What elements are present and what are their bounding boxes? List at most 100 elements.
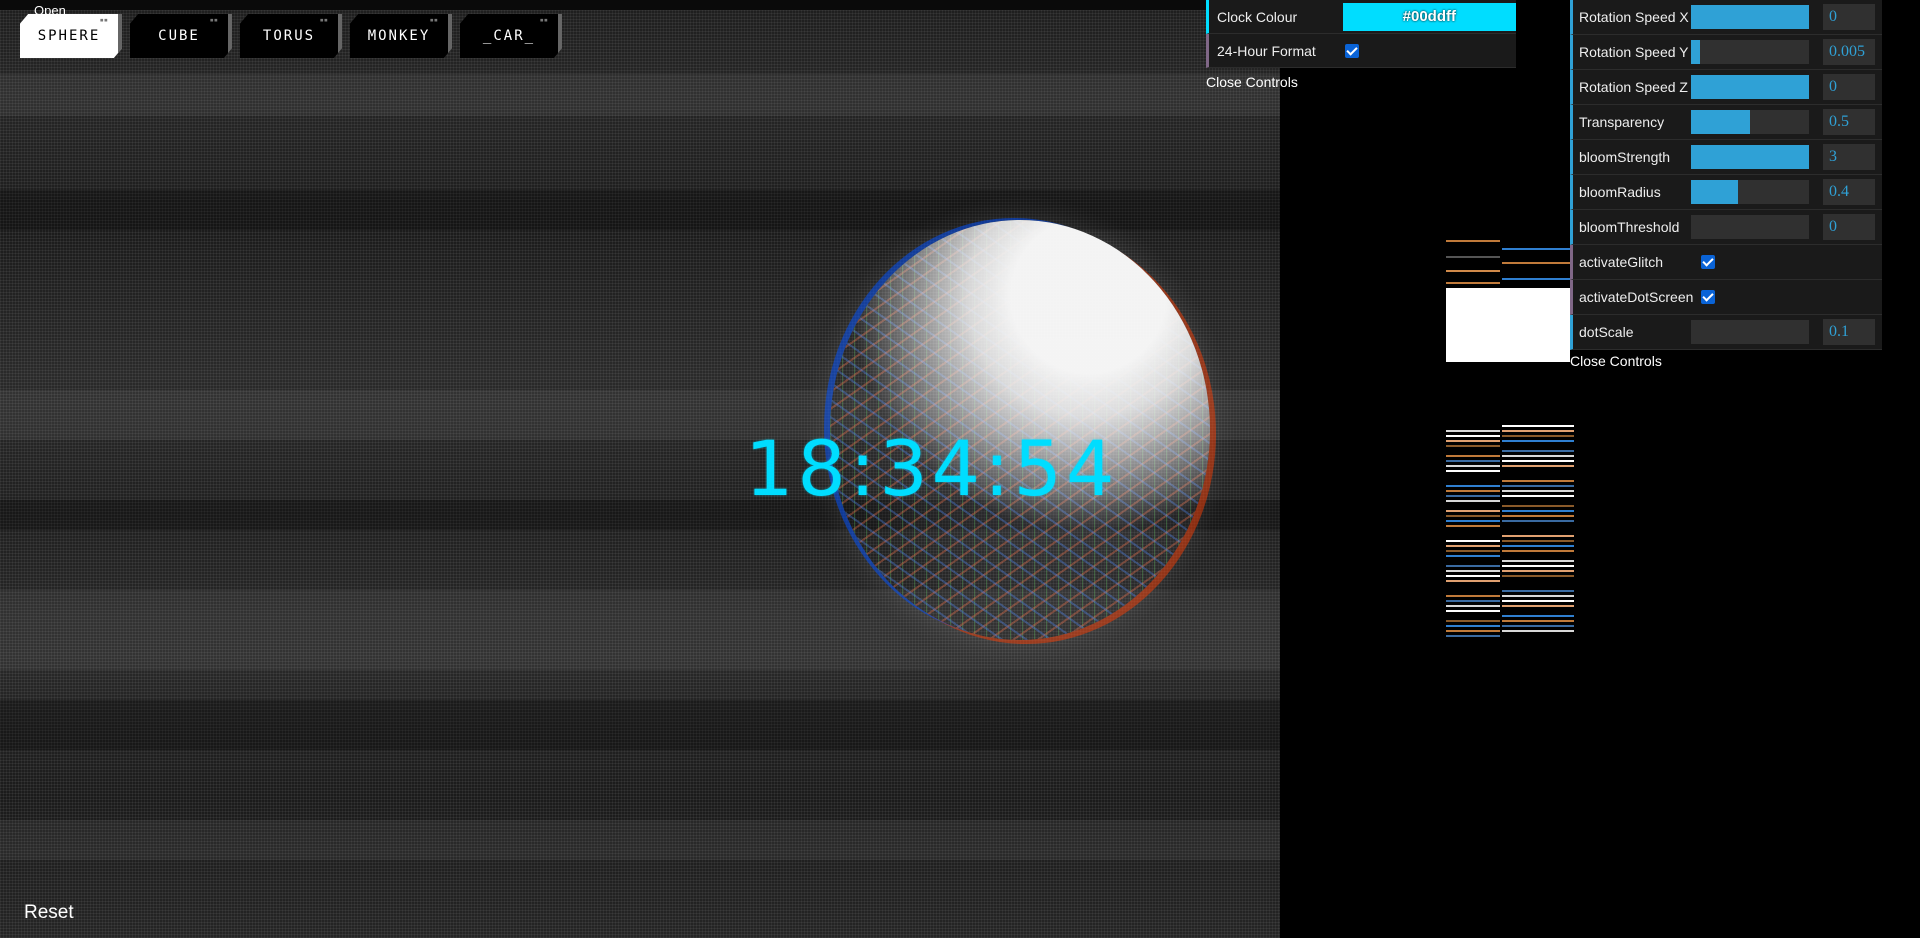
stats-line: [1446, 495, 1500, 497]
stats-line: [1502, 620, 1574, 622]
tab-car[interactable]: _CAR_ ▪▪: [460, 14, 562, 58]
tab-label: MONKEY: [367, 28, 431, 44]
transparency-row: Transparency 0.5: [1570, 105, 1882, 140]
hour-format-row: 24-Hour Format: [1206, 34, 1516, 68]
slider-fill: [1691, 110, 1750, 134]
stats-line: [1502, 535, 1574, 537]
bloom-threshold-input[interactable]: 0: [1823, 214, 1875, 240]
stats-line: [1446, 490, 1500, 492]
bloom-threshold-row: bloomThreshold 0: [1570, 210, 1882, 245]
dot-scale-input[interactable]: 0.1: [1823, 319, 1875, 345]
stats-line: [1446, 595, 1500, 597]
clock-colour-input[interactable]: #00ddff: [1342, 2, 1516, 31]
tab-monkey[interactable]: MONKEY ▪▪: [350, 14, 452, 58]
reset-button[interactable]: Reset: [24, 902, 74, 924]
close-controls-button[interactable]: Close Controls: [1570, 350, 1662, 369]
dot-scale-row: dotScale 0.1: [1570, 315, 1882, 350]
row-label: Rotation Speed X: [1579, 9, 1689, 25]
rotation-speed-z-input[interactable]: 0: [1823, 74, 1875, 100]
row-label: activateDotScreen: [1579, 289, 1694, 305]
row-label: bloomStrength: [1579, 149, 1671, 165]
stats-line: [1502, 485, 1574, 487]
rotation-speed-x-row: Rotation Speed X 0: [1570, 0, 1882, 35]
stats-line: [1502, 625, 1574, 627]
row-label: Transparency: [1579, 114, 1665, 130]
glitch-band: [0, 74, 1280, 116]
stats-line: [1446, 555, 1500, 557]
stats-line: [1446, 460, 1500, 462]
stats-line: [1446, 605, 1500, 607]
stats-line: [1502, 278, 1570, 280]
activate-dotscreen-checkbox[interactable]: [1701, 290, 1715, 304]
stats-line: [1446, 515, 1500, 517]
rotation-speed-y-slider[interactable]: [1691, 40, 1809, 64]
slider-fill: [1691, 180, 1739, 204]
activate-glitch-checkbox[interactable]: [1701, 255, 1715, 269]
transparency-slider[interactable]: [1691, 110, 1809, 134]
rotation-speed-x-input[interactable]: 0: [1823, 4, 1875, 30]
row-label: Rotation Speed Z: [1579, 79, 1688, 95]
bloom-radius-input[interactable]: 0.4: [1823, 179, 1875, 205]
stats-line: [1446, 575, 1500, 577]
stats-line: [1502, 550, 1574, 552]
stats-line: [1502, 455, 1574, 457]
stats-line: [1502, 565, 1574, 567]
stats-line: [1502, 575, 1574, 577]
row-label: bloomRadius: [1579, 184, 1661, 200]
tab-label: SPHERE: [37, 28, 101, 44]
slider-fill: [1691, 5, 1809, 29]
transparency-input[interactable]: 0.5: [1823, 109, 1875, 135]
bloom-strength-slider[interactable]: [1691, 145, 1809, 169]
dot-scale-slider[interactable]: [1691, 320, 1809, 344]
canvas-top-strip: [0, 0, 1280, 10]
rotation-speed-y-input[interactable]: 0.005: [1823, 39, 1875, 65]
tab-sphere[interactable]: SPHERE ▪▪: [20, 14, 122, 58]
glitch-band: [0, 820, 1280, 860]
row-label: Clock Colour: [1217, 8, 1298, 25]
rotation-speed-z-slider[interactable]: [1691, 75, 1809, 99]
stats-line: [1446, 520, 1500, 522]
bloom-threshold-slider[interactable]: [1691, 215, 1809, 239]
tab-badge-icon: ▪▪: [539, 16, 548, 24]
stats-line: [1502, 570, 1574, 572]
stats-line: [1502, 435, 1574, 437]
stats-line: [1446, 625, 1500, 627]
tab-badge-icon: ▪▪: [99, 16, 108, 24]
tab-torus[interactable]: TORUS ▪▪: [240, 14, 342, 58]
rotation-speed-y-row: Rotation Speed Y 0.005: [1570, 35, 1882, 70]
close-controls-button[interactable]: Close Controls: [1206, 71, 1298, 90]
render-canvas[interactable]: 18:34:54: [0, 0, 1280, 938]
stats-line: [1446, 610, 1500, 612]
stats-line: [1502, 490, 1574, 492]
stats-line: [1446, 500, 1500, 502]
stats-line: [1502, 425, 1574, 427]
row-label: bloomThreshold: [1579, 219, 1680, 235]
row-label: 24-Hour Format: [1217, 42, 1316, 59]
stats-line: [1446, 525, 1500, 527]
bloom-radius-row: bloomRadius 0.4: [1570, 175, 1882, 210]
rotation-speed-z-row: Rotation Speed Z 0: [1570, 70, 1882, 105]
bloom-radius-slider[interactable]: [1691, 180, 1809, 204]
row-label: activateGlitch: [1579, 254, 1664, 270]
tab-label: _CAR_: [482, 28, 536, 44]
bloom-strength-input[interactable]: 3: [1823, 144, 1875, 170]
stats-graph-fill: [1446, 288, 1570, 362]
stats-line: [1446, 630, 1500, 632]
stats-line: [1446, 545, 1500, 547]
tab-cube[interactable]: CUBE ▪▪: [130, 14, 232, 58]
stats-line: [1446, 435, 1500, 437]
slider-fill: [1691, 145, 1809, 169]
stats-line: [1502, 605, 1574, 607]
hour-format-checkbox[interactable]: [1345, 43, 1359, 58]
stats-line: [1502, 545, 1574, 547]
stats-line: [1446, 440, 1500, 442]
stats-line: [1446, 600, 1500, 602]
stats-line: [1502, 615, 1574, 617]
stats-line: [1446, 445, 1500, 447]
stats-line: [1446, 550, 1500, 552]
stats-line: [1446, 635, 1500, 637]
stats-line: [1502, 630, 1574, 632]
stats-line: [1502, 440, 1574, 442]
stats-line: [1502, 560, 1574, 562]
rotation-speed-x-slider[interactable]: [1691, 5, 1809, 29]
